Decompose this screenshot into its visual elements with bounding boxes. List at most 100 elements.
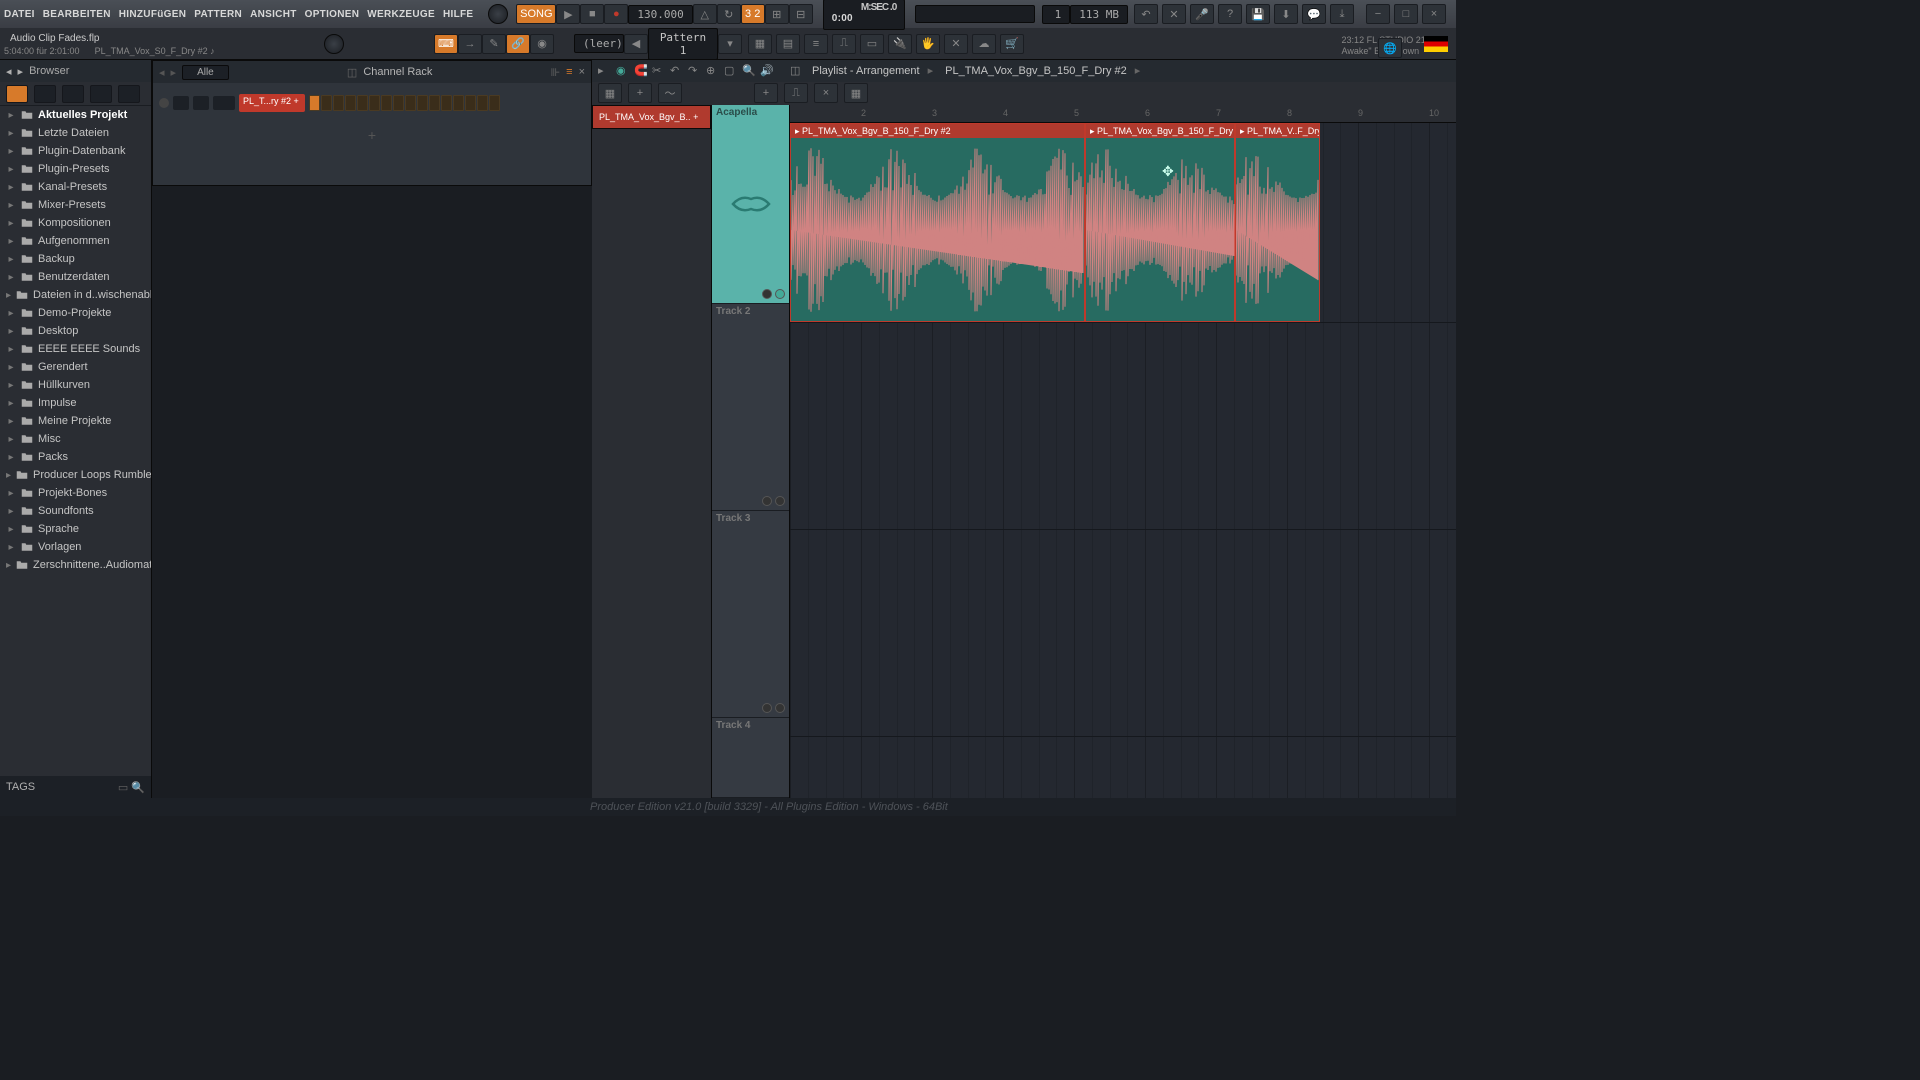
expand-icon[interactable]: ▸ (6, 452, 16, 463)
tree-item[interactable]: ▸Letzte Dateien (0, 124, 151, 142)
expand-icon[interactable]: ▸ (6, 470, 11, 481)
tempo-tap-button[interactable]: 🖐 (916, 34, 940, 54)
metronome-button[interactable]: △ (693, 4, 717, 24)
tree-item[interactable]: ▸Impulse (0, 394, 151, 412)
track-header-1[interactable]: Acapella (712, 105, 789, 304)
pattern-selector[interactable]: Pattern 1 (648, 28, 718, 60)
automation-button[interactable]: ～ (658, 83, 682, 103)
expand-icon[interactable]: ▸ (6, 398, 16, 409)
channel-rack-window[interactable]: ◂ ▸ Alle ◫ Channel Rack ⊪ ≡ × PL_T...ry … (152, 60, 592, 186)
tree-item[interactable]: ▸Hüllkurven (0, 376, 151, 394)
channel-rack-header[interactable]: ◂ ▸ Alle ◫ Channel Rack ⊪ ≡ × (153, 61, 591, 83)
graph-icon[interactable]: ⊪ (551, 66, 561, 79)
export-button[interactable]: ⬇ (1274, 4, 1298, 24)
expand-icon[interactable]: ▸ (6, 272, 16, 283)
expand-icon[interactable]: ▸ (6, 308, 16, 319)
expand-icon[interactable]: ▸ (6, 128, 16, 139)
mic-button[interactable]: 🎤 (1190, 4, 1214, 24)
expand-icon[interactable]: ▸ (6, 362, 16, 373)
chevron-left-icon[interactable]: ◂ (159, 66, 165, 79)
song-mode-button[interactable]: SONG (516, 4, 556, 24)
track-name[interactable]: Track 3 (716, 513, 750, 524)
browser-home-button[interactable] (6, 85, 28, 103)
expand-icon[interactable]: ▸ (6, 380, 16, 391)
pitch-knob[interactable] (324, 34, 344, 54)
pattern-slot[interactable]: PL_TMA_Vox_Bgv_B.. + (592, 105, 711, 129)
view-piano-button[interactable]: ▤ (776, 34, 800, 54)
view-browser-button[interactable]: ▭ (860, 34, 884, 54)
view-playlist-button[interactable]: ▦ (748, 34, 772, 54)
tools-button[interactable]: ✕ (1162, 4, 1186, 24)
browser-folders-button[interactable] (34, 85, 56, 103)
expand-icon[interactable]: ▸ (6, 218, 16, 229)
playlist-menu-icon[interactable]: ▸ (598, 64, 612, 78)
track-mute-icon[interactable] (762, 289, 772, 299)
menu-edit[interactable]: BEARBEITEN (43, 9, 111, 20)
tree-item[interactable]: ▸Plugin-Presets (0, 160, 151, 178)
expand-icon[interactable]: ▸ (18, 65, 24, 78)
browser-search-button[interactable] (62, 85, 84, 103)
channel-name-button[interactable]: PL_T...ry #2 + (239, 94, 305, 112)
expand-icon[interactable]: ▸ (6, 506, 16, 517)
track-header-4[interactable]: Track 4 (712, 718, 789, 798)
arrangement-icon[interactable]: ◫ (790, 64, 804, 78)
channel-prev-button[interactable]: ◀ (624, 34, 648, 54)
picker-button[interactable]: ▦ (598, 83, 622, 103)
globe-icon[interactable]: 🌐 (1378, 38, 1402, 58)
step-cell[interactable] (477, 95, 488, 111)
tree-item[interactable]: ▸Gerendert (0, 358, 151, 376)
stop-button[interactable]: ■ (580, 4, 604, 24)
playlist-breadcrumb[interactable]: PL_TMA_Vox_Bgv_B_150_F_Dry #2 (945, 65, 1127, 77)
help-button[interactable]: ? (1218, 4, 1242, 24)
browser-folder-icon[interactable]: ▭ (118, 782, 128, 794)
channel-select-button[interactable] (213, 96, 235, 110)
select-icon[interactable]: ▢ (724, 64, 738, 78)
expand-icon[interactable]: ▸ (6, 164, 16, 175)
time-display[interactable]: 0:00M:SEC .0 (823, 0, 906, 30)
tree-item[interactable]: ▸EEEE EEEE Sounds (0, 340, 151, 358)
chevron-right-icon[interactable]: ▸ (171, 66, 177, 79)
main-volume-knob[interactable] (488, 4, 508, 24)
track-close-button[interactable]: × (814, 83, 838, 103)
cut-icon[interactable]: ✂ (652, 64, 666, 78)
step-cell[interactable] (345, 95, 356, 111)
step-cell[interactable] (489, 95, 500, 111)
track-mute-icon[interactable] (762, 496, 772, 506)
tree-item[interactable]: ▸Plugin-Datenbank (0, 142, 151, 160)
tree-item[interactable]: ▸Kompositionen (0, 214, 151, 232)
step-button[interactable]: → (458, 34, 482, 54)
step-cell[interactable] (393, 95, 404, 111)
channel-rack-close-icon[interactable]: × (579, 66, 585, 78)
step-cell[interactable] (357, 95, 368, 111)
step-cell[interactable] (417, 95, 428, 111)
center-icon[interactable]: ⊕ (706, 64, 720, 78)
track-grid-button[interactable]: ▦ (844, 83, 868, 103)
expand-icon[interactable]: ▸ (6, 110, 16, 121)
tree-item[interactable]: ▸Vorlagen (0, 538, 151, 556)
channel-filter-dropdown[interactable]: Alle (182, 65, 229, 80)
track-mute-icon[interactable] (762, 703, 772, 713)
browser-tree[interactable]: ▸Aktuelles Projekt▸Letzte Dateien▸Plugin… (0, 106, 151, 776)
audio-clip[interactable]: ▸ PL_TMA_V..F_Dry #2 (1235, 123, 1320, 322)
clip-header[interactable]: ▸ PL_TMA_Vox_Bgv_B_150_F_Dry #2 (1086, 124, 1234, 138)
view-channel-button[interactable]: ≡ (804, 34, 828, 54)
channel-rack-options-icon[interactable]: ◫ (347, 66, 357, 79)
view-mixer-button[interactable]: ⎍ (832, 34, 856, 54)
browser-search-icon[interactable]: 🔍 (131, 782, 145, 794)
tree-item[interactable]: ▸Dateien in d..wischenablage (0, 286, 151, 304)
expand-icon[interactable]: ▸ (6, 416, 16, 427)
track-solo-icon[interactable] (775, 289, 785, 299)
step-cell[interactable] (321, 95, 332, 111)
link-button[interactable]: 🔗 (506, 34, 530, 54)
audio-clip[interactable]: ▸ PL_TMA_Vox_Bgv_B_150_F_Dry #2 (1085, 123, 1235, 322)
step-cell[interactable] (309, 95, 320, 111)
cloud-button[interactable]: ☁ (972, 34, 996, 54)
plugin-button[interactable]: 🔌 (888, 34, 912, 54)
loop-rec-button[interactable]: ⊟ (789, 4, 813, 24)
wave-icon[interactable]: ⎍ (784, 83, 808, 103)
sound-icon[interactable]: 🔊 (760, 64, 774, 78)
expand-icon[interactable]: ▸ (6, 326, 16, 337)
channel-vol-knob[interactable] (193, 96, 209, 110)
minimize-button[interactable]: − (1366, 4, 1390, 24)
record-button[interactable]: ● (604, 4, 628, 24)
